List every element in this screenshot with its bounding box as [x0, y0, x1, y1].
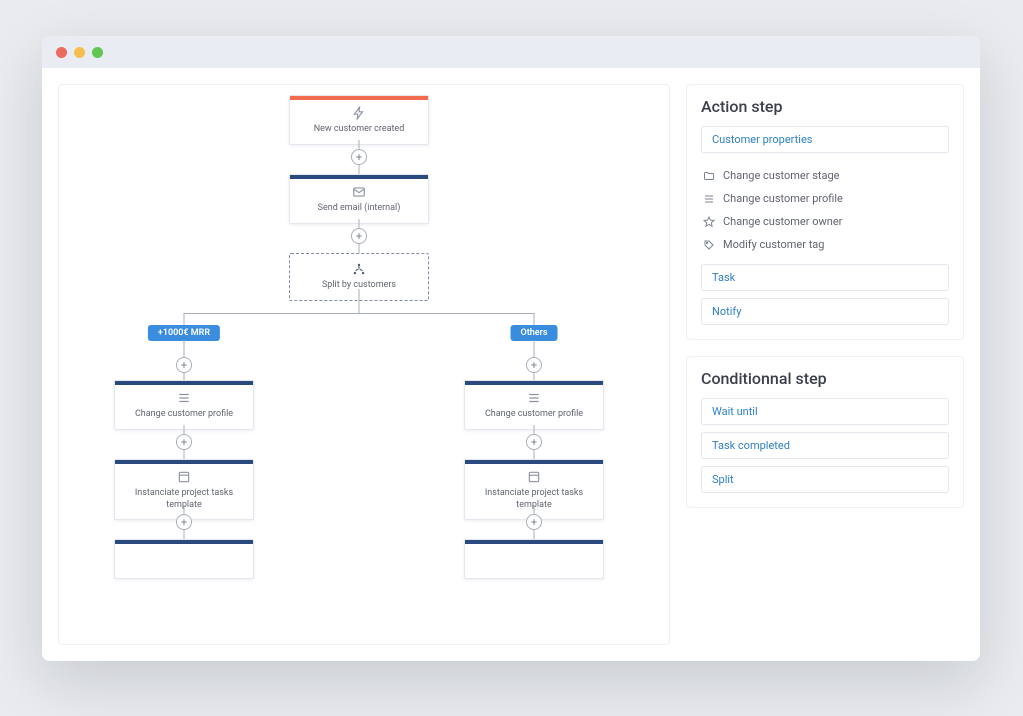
- browser-window: New customer created + Send email (inter…: [42, 36, 980, 661]
- node-change-profile-a[interactable]: Change customer profile: [114, 380, 254, 430]
- tag-icon: [703, 239, 715, 251]
- template-icon: [527, 470, 541, 484]
- branch-badge-b[interactable]: Others: [511, 325, 558, 341]
- node-label: Send email (internal): [318, 203, 401, 215]
- connector: [184, 313, 534, 314]
- node-label: Change customer profile: [135, 409, 233, 421]
- add-step-button[interactable]: +: [526, 514, 542, 530]
- lightning-icon: [352, 106, 366, 120]
- node-placeholder-b[interactable]: [464, 539, 604, 579]
- sidebar: Action step Customer properties Change c…: [686, 84, 964, 645]
- subitem-label: Change customer profile: [723, 192, 843, 205]
- connector: [359, 289, 360, 313]
- node-label: Change customer profile: [485, 409, 583, 421]
- add-step-button[interactable]: +: [176, 514, 192, 530]
- list-icon: [177, 391, 191, 405]
- list-icon: [527, 391, 541, 405]
- option-wait-until[interactable]: Wait until: [701, 398, 949, 425]
- subitem-modify-tag[interactable]: Modify customer tag: [701, 233, 949, 256]
- add-step-button[interactable]: +: [526, 434, 542, 450]
- subitem-change-stage[interactable]: Change customer stage: [701, 164, 949, 187]
- panel-title: Action step: [701, 97, 949, 116]
- subitem-label: Change customer owner: [723, 215, 842, 228]
- branch-badge-a[interactable]: +1000€ MRR: [148, 325, 220, 341]
- panel-action-step: Action step Customer properties Change c…: [686, 84, 964, 340]
- subitem-label: Change customer stage: [723, 169, 839, 182]
- add-step-button[interactable]: +: [351, 149, 367, 165]
- node-trigger[interactable]: New customer created: [289, 95, 429, 145]
- subitem-change-owner[interactable]: Change customer owner: [701, 210, 949, 233]
- window-zoom-dot[interactable]: [92, 47, 103, 58]
- option-notify[interactable]: Notify: [701, 298, 949, 325]
- add-step-button[interactable]: +: [176, 434, 192, 450]
- add-step-button[interactable]: +: [526, 357, 542, 373]
- window-titlebar: [42, 36, 980, 68]
- add-step-button[interactable]: +: [176, 357, 192, 373]
- list-icon: [703, 193, 715, 205]
- window-close-dot[interactable]: [56, 47, 67, 58]
- branch-icon: [352, 262, 366, 276]
- window-minimize-dot[interactable]: [74, 47, 85, 58]
- workflow-canvas[interactable]: New customer created + Send email (inter…: [58, 84, 670, 645]
- panel-conditional-step: Conditionnal step Wait until Task comple…: [686, 356, 964, 508]
- template-icon: [177, 470, 191, 484]
- option-task[interactable]: Task: [701, 264, 949, 291]
- panel-title: Conditionnal step: [701, 369, 949, 388]
- node-label: New customer created: [314, 124, 405, 136]
- folder-icon: [703, 170, 715, 182]
- option-customer-properties[interactable]: Customer properties: [701, 126, 949, 153]
- option-split[interactable]: Split: [701, 466, 949, 493]
- customer-properties-subitems: Change customer stage Change customer pr…: [701, 160, 949, 264]
- add-step-button[interactable]: +: [351, 228, 367, 244]
- node-placeholder-a[interactable]: [114, 539, 254, 579]
- subitem-change-profile[interactable]: Change customer profile: [701, 187, 949, 210]
- node-change-profile-b[interactable]: Change customer profile: [464, 380, 604, 430]
- node-send-email[interactable]: Send email (internal): [289, 174, 429, 224]
- app-content: New customer created + Send email (inter…: [42, 68, 980, 661]
- mail-icon: [352, 185, 366, 199]
- subitem-label: Modify customer tag: [723, 238, 824, 251]
- option-task-completed[interactable]: Task completed: [701, 432, 949, 459]
- star-icon: [703, 216, 715, 228]
